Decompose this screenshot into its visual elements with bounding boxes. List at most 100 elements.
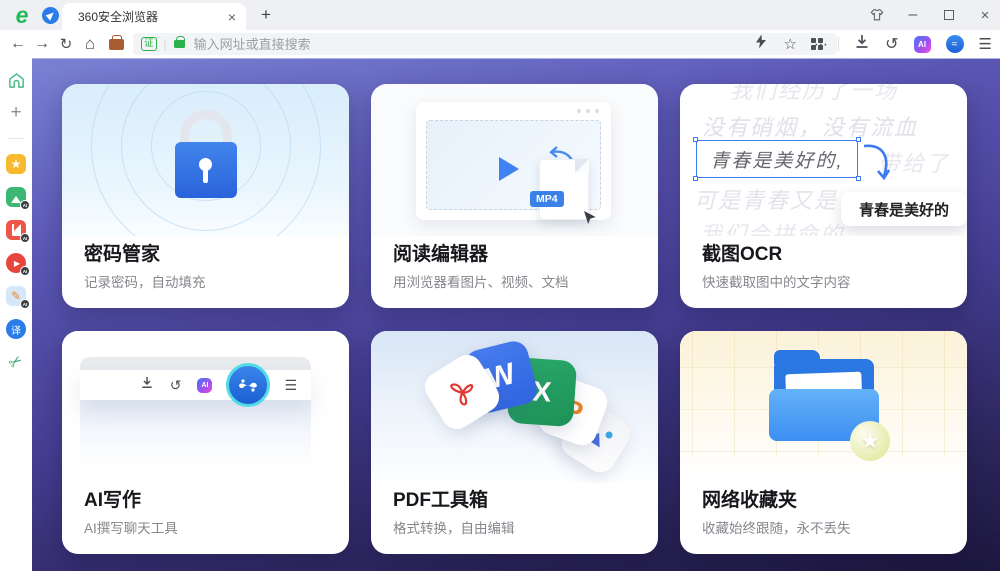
card-subtitle: 记录密码，自动填充 (84, 271, 206, 291)
ai-mini-badge: AI (20, 200, 30, 210)
card-screenshot-ocr[interactable]: 我们经历了一场 没有硝烟，没有流血 带给了 可是青春又是 我们会拼命的 青春是美… (680, 84, 967, 308)
toolbar-right: ↺ AI ≈ ☰ (811, 30, 992, 58)
ai-mini-badge: AI (20, 266, 30, 276)
card-subtitle: 格式转换，自由编辑 (393, 517, 515, 537)
sidebar-item-pdf-ai[interactable]: AI (6, 220, 26, 240)
card-title: AI写作 (84, 485, 141, 512)
file-type-badge: MP4 (530, 191, 564, 207)
card-ai-writing[interactable]: ↺ AI ☰ AI写作 AI撰写聊天工具 (62, 331, 349, 554)
main-menu-icon[interactable]: ☰ (979, 35, 992, 53)
mp4-file-icon: MP4 (539, 159, 589, 220)
navigation-toolbar: ← → ↻ ⌂ 证 | ☆ ⋯ ↺ AI ≈ (0, 30, 1000, 58)
refresh-button[interactable]: ↻ (55, 30, 77, 58)
favorites-illustration: ★ (680, 331, 967, 483)
undo-icon: ↺ (170, 377, 182, 394)
tab-360-browser[interactable]: 360安全浏览器 × (62, 3, 246, 30)
home-button[interactable]: ⌂ (79, 30, 101, 58)
selected-text: 青春是美好的, (710, 146, 843, 173)
sidebar-item-video-ai[interactable]: ▶ AI (6, 253, 26, 273)
card-subtitle: 收藏始终跟随，永不丢失 (702, 517, 851, 537)
handwriting-line: 我们会拼命的 (700, 217, 844, 236)
feature-cards-grid: 密码管家 记录密码，自动填充 MP4 (62, 84, 967, 554)
favorites-star-icon: ★ (6, 154, 26, 174)
star-badge-icon: ★ (850, 421, 890, 461)
handwriting-line: 我们经历了一场 (730, 84, 898, 105)
minimize-button[interactable]: – (906, 8, 920, 22)
download-icon[interactable] (854, 34, 870, 54)
card-pdf-toolbox[interactable]: P X W PDF工具箱 格式转换，自由编辑 (371, 331, 658, 554)
reader-illustration: MP4 (371, 84, 658, 236)
curved-arrow-icon (862, 142, 892, 184)
password-illustration (62, 84, 349, 236)
folder-icon: ★ (764, 349, 884, 459)
window-controls: – × (870, 0, 992, 30)
sidebar: + ★ AI AI ▶ AI ✎ AI 译 ✂ (0, 58, 32, 571)
separator: | (164, 37, 167, 51)
skin-theme-icon[interactable] (870, 8, 884, 22)
sidebar-item-screenshot[interactable]: ✂ (6, 352, 26, 372)
ai-mini-badge: AI (20, 299, 30, 309)
sidebar-item-home[interactable] (6, 70, 26, 90)
scissors-icon: ✂ (5, 350, 27, 374)
padlock-icon (175, 142, 237, 198)
forward-button[interactable]: → (31, 30, 53, 58)
address-bar[interactable]: 证 | ☆ ⋯ (133, 33, 837, 55)
ocr-result-bubble: 青春是美好的 (841, 192, 967, 226)
play-icon (499, 157, 519, 181)
close-window-button[interactable]: × (978, 8, 992, 22)
card-title: 网络收藏夹 (702, 485, 797, 512)
ai-writing-illustration: ↺ AI ☰ (62, 331, 349, 483)
browser-window: e 360安全浏览器 × + – × ← → ↻ ⌂ 证 | (0, 0, 1000, 571)
home-icon (8, 72, 25, 89)
sidebar-item-notes-ai[interactable]: ✎ AI (6, 286, 26, 306)
extensions-grid-icon[interactable] (811, 38, 823, 50)
divider (8, 138, 24, 139)
ocr-selection-box: 青春是美好的, (696, 140, 858, 178)
card-subtitle: 用浏览器看图片、视频、文档 (393, 271, 569, 291)
sidebar-add-button[interactable]: + (6, 103, 26, 123)
secure-lock-icon[interactable] (174, 40, 185, 48)
maximize-button[interactable] (942, 8, 956, 22)
card-title: PDF工具箱 (393, 485, 488, 512)
sidebar-item-favorites[interactable]: ★ (6, 154, 26, 174)
paper-plane-icon[interactable] (42, 7, 59, 24)
sidebar-item-image-ai[interactable]: AI (6, 187, 26, 207)
download-icon (140, 376, 154, 394)
certificate-badge[interactable]: 证 (141, 37, 157, 51)
card-subtitle: 快速截取图中的文字内容 (702, 271, 851, 291)
browser-logo-icon[interactable]: e (10, 3, 34, 27)
mini-toolbar: ↺ AI ☰ (80, 370, 311, 400)
tab-bar: e 360安全浏览器 × + – × (0, 0, 1000, 30)
ai-browser-logo-icon[interactable]: ≈ (946, 35, 964, 53)
ai-assistant-icon[interactable]: AI (914, 36, 931, 53)
tab-title: 360安全浏览器 (78, 8, 228, 25)
card-title: 密码管家 (84, 239, 160, 266)
card-password-manager[interactable]: 密码管家 记录密码，自动填充 (62, 84, 349, 308)
card-title: 截图OCR (702, 239, 782, 266)
ocr-illustration: 我们经历了一场 没有硝烟，没有流血 带给了 可是青春又是 我们会拼命的 青春是美… (680, 84, 967, 236)
close-tab-icon[interactable]: × (228, 10, 236, 24)
netbank-briefcase-icon[interactable] (105, 30, 127, 58)
card-reader-editor[interactable]: MP4 阅读编辑器 用浏览器看图片、视频、文档 (371, 84, 658, 308)
bookmark-star-icon[interactable]: ☆ (784, 35, 797, 53)
handwriting-line: 没有硝烟，没有流血 (702, 110, 918, 142)
card-subtitle: AI撰写聊天工具 (84, 517, 178, 537)
lightning-accelerate-icon[interactable] (755, 34, 767, 54)
cursor-icon (583, 211, 596, 225)
ai-mini-badge: AI (20, 233, 30, 243)
translate-icon: 译 (6, 319, 26, 339)
card-title: 阅读编辑器 (393, 239, 488, 266)
feature-page: 密码管家 记录密码，自动填充 MP4 (32, 58, 1000, 571)
back-button[interactable]: ← (7, 30, 29, 58)
handwriting-line: 可是青春又是 (694, 183, 838, 215)
pdf-logo-icon (439, 369, 485, 414)
sidebar-item-translate[interactable]: 译 (6, 319, 26, 339)
divider (838, 37, 839, 51)
pdf-toolbox-illustration: P X W (371, 331, 658, 483)
new-tab-button[interactable]: + (256, 5, 276, 25)
restore-tab-icon[interactable]: ↺ (885, 34, 898, 54)
menu-icon: ☰ (284, 377, 297, 394)
address-input[interactable] (194, 37, 755, 52)
card-web-favorites[interactable]: ★ 网络收藏夹 收藏始终跟随，永不丢失 (680, 331, 967, 554)
ai-badge-icon: AI (197, 378, 212, 393)
